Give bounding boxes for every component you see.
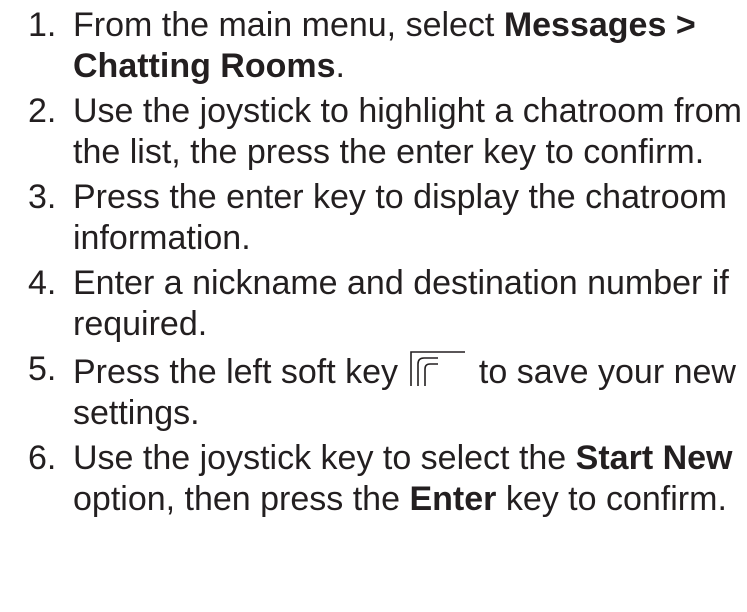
step-2: 2. Use the joystick to highlight a chatr… — [28, 91, 743, 173]
step-number: 1. — [28, 6, 57, 44]
step-4: 4. Enter a nickname and destination numb… — [28, 263, 743, 345]
step-text: Use the joystick key to select the — [73, 439, 576, 477]
step-number: 4. — [28, 264, 57, 302]
step-text: Use the joystick to highlight a chatroom… — [73, 92, 742, 171]
step-number: 3. — [28, 178, 57, 216]
option-name: Start New — [575, 439, 733, 477]
step-number: 6. — [28, 439, 57, 477]
step-text: key to confirm. — [496, 480, 727, 518]
left-soft-key-icon — [410, 350, 467, 386]
step-1: 1. From the main menu, select Messages >… — [28, 5, 743, 87]
step-text: Press the left soft key — [73, 353, 399, 391]
step-number: 2. — [28, 92, 57, 130]
step-5: 5. Press the left soft key to save your … — [28, 349, 743, 434]
step-text: From the main menu, select — [73, 6, 504, 44]
instruction-list: 1. From the main menu, select Messages >… — [28, 5, 743, 524]
step-6: 6. Use the joystick key to select the St… — [28, 438, 743, 520]
key-name: Enter — [409, 480, 497, 518]
step-text: option, then press the — [73, 480, 410, 518]
step-text: . — [335, 47, 345, 85]
step-text: Press the enter key to display the chatr… — [73, 178, 727, 257]
step-text: Enter a nickname and destination number … — [73, 264, 729, 343]
step-3: 3. Press the enter key to display the ch… — [28, 177, 743, 259]
step-number: 5. — [28, 350, 57, 388]
